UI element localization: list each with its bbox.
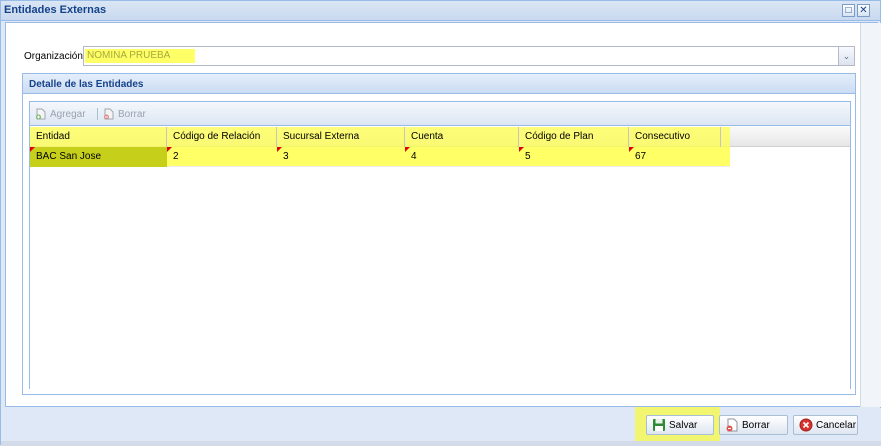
table-row[interactable]: BAC San Jose 2 3 4 5 67: [30, 147, 730, 167]
details-title: Detalle de las Entidades: [29, 79, 144, 90]
delete-label: Borrar: [118, 108, 146, 120]
cancel-button[interactable]: Cancelar: [793, 415, 858, 435]
entities-grid: Entidad Código de Relación Sucursal Exte…: [30, 127, 850, 389]
column-header-codigo-plan[interactable]: Código de Plan: [519, 127, 629, 147]
dirty-marker: [629, 147, 634, 152]
cell-consecutivo[interactable]: 67: [629, 147, 721, 167]
delete-bottom-label: Borrar: [742, 419, 770, 431]
cancel-icon: [799, 418, 813, 432]
dirty-marker: [519, 147, 524, 152]
cell-codigo-plan[interactable]: 5: [519, 147, 629, 167]
column-header-entidad[interactable]: Entidad: [30, 127, 167, 147]
column-header-cuenta[interactable]: Cuenta: [405, 127, 519, 147]
organization-dropdown-trigger[interactable]: ⌄: [839, 46, 855, 66]
cell-entidad[interactable]: BAC San Jose: [30, 147, 167, 167]
dirty-marker: [167, 147, 172, 152]
right-panel-strip: [860, 23, 881, 407]
details-header: Detalle de las Entidades: [23, 74, 855, 94]
column-header-codigo-relacion[interactable]: Código de Relación: [167, 127, 277, 147]
add-document-icon: [35, 108, 47, 120]
grid-toolbar: Agregar Borrar: [30, 102, 850, 126]
grid-header-row: Entidad Código de Relación Sucursal Exte…: [30, 127, 850, 147]
delete-bottom-button[interactable]: Borrar: [719, 415, 788, 435]
bottom-border: [1, 441, 881, 446]
entidades-externas-window: Entidades Externas □ ✕ Organización NOMI…: [0, 0, 881, 446]
column-header-consecutivo[interactable]: Consecutivo: [629, 127, 721, 147]
window-title: Entidades Externas: [4, 4, 107, 16]
organization-combobox[interactable]: NOMINA PRUEBA: [83, 46, 839, 66]
dirty-marker: [30, 147, 35, 152]
add-button[interactable]: Agregar: [35, 107, 86, 121]
save-button[interactable]: Salvar: [646, 415, 714, 435]
details-fieldset: Detalle de las Entidades Agregar Borrar: [22, 73, 856, 395]
column-header-sucursal-externa[interactable]: Sucursal Externa: [277, 127, 405, 147]
floppy-disk-icon: [652, 418, 666, 432]
dirty-marker: [277, 147, 282, 152]
organization-value: NOMINA PRUEBA: [85, 49, 195, 63]
save-label: Salvar: [669, 419, 698, 431]
dirty-marker: [405, 147, 410, 152]
details-grid-panel: Agregar Borrar Entidad Código de Relació…: [29, 101, 851, 389]
toolbar-separator: [97, 108, 98, 120]
cell-cuenta[interactable]: 4: [405, 147, 519, 167]
cell-codigo-relacion[interactable]: 2: [167, 147, 277, 167]
delete-document-icon: [103, 108, 115, 120]
delete-document-icon: [725, 418, 739, 432]
cell-sucursal-externa[interactable]: 3: [277, 147, 405, 167]
delete-button[interactable]: Borrar: [103, 107, 146, 121]
organization-label: Organización: [24, 51, 83, 62]
cancel-label: Cancelar: [816, 419, 857, 431]
maximize-icon[interactable]: □: [842, 4, 855, 17]
window-titlebar[interactable]: Entidades Externas □ ✕: [1, 1, 880, 21]
close-icon[interactable]: ✕: [857, 4, 870, 17]
add-label: Agregar: [50, 108, 86, 120]
